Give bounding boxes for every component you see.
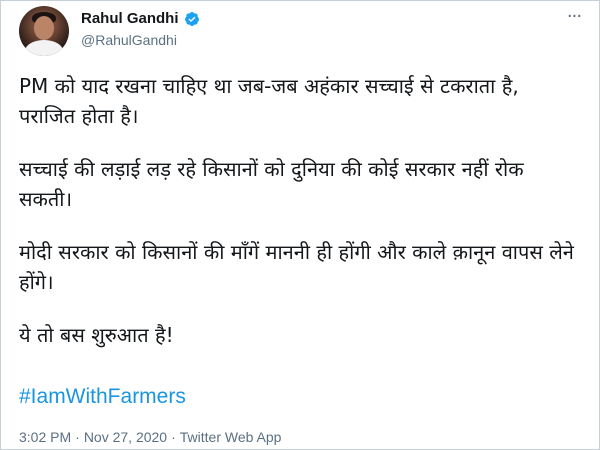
profile-avatar[interactable]	[19, 6, 69, 56]
meta-separator: ·	[171, 429, 176, 445]
tweet-meta: 3:02 PM · Nov 27, 2020 · Twitter Web App	[19, 429, 281, 445]
tweet-paragraph: PM को याद रखना चाहिए था जब-जब अहंकार सच्…	[19, 74, 519, 128]
tweet-paragraph: मोदी सरकार को किसानों की माँगें माननी ही…	[19, 240, 574, 294]
tweet-time[interactable]: 3:02 PM	[19, 429, 71, 445]
tweet-date[interactable]: Nov 27, 2020	[84, 429, 167, 445]
user-handle[interactable]: @RahulGandhi	[81, 32, 177, 48]
tweet-paragraph: सच्चाई की लड़ाई लड़ रहे किसानों को दुनिय…	[19, 157, 524, 211]
meta-separator: ·	[75, 429, 80, 445]
tweet-source[interactable]: Twitter Web App	[180, 429, 282, 445]
tweet-header: Rahul Gandhi @RahulGandhi ···	[1, 1, 599, 63]
tweet-paragraph: ये तो बस शुरुआत है!	[19, 323, 174, 347]
avatar-shirt	[25, 40, 63, 56]
tweet-card: Rahul Gandhi @RahulGandhi ··· PM को याद …	[0, 0, 600, 450]
tweet-text: PM को याद रखना चाहिए था जब-जब अहंकार सच्…	[19, 71, 579, 373]
avatar-face	[34, 16, 54, 40]
verified-badge-icon	[184, 11, 200, 27]
hashtag-link[interactable]: #IamWithFarmers	[19, 385, 186, 409]
name-row: Rahul Gandhi	[81, 10, 200, 27]
display-name[interactable]: Rahul Gandhi	[81, 10, 179, 27]
more-options-icon[interactable]: ···	[561, 7, 587, 29]
